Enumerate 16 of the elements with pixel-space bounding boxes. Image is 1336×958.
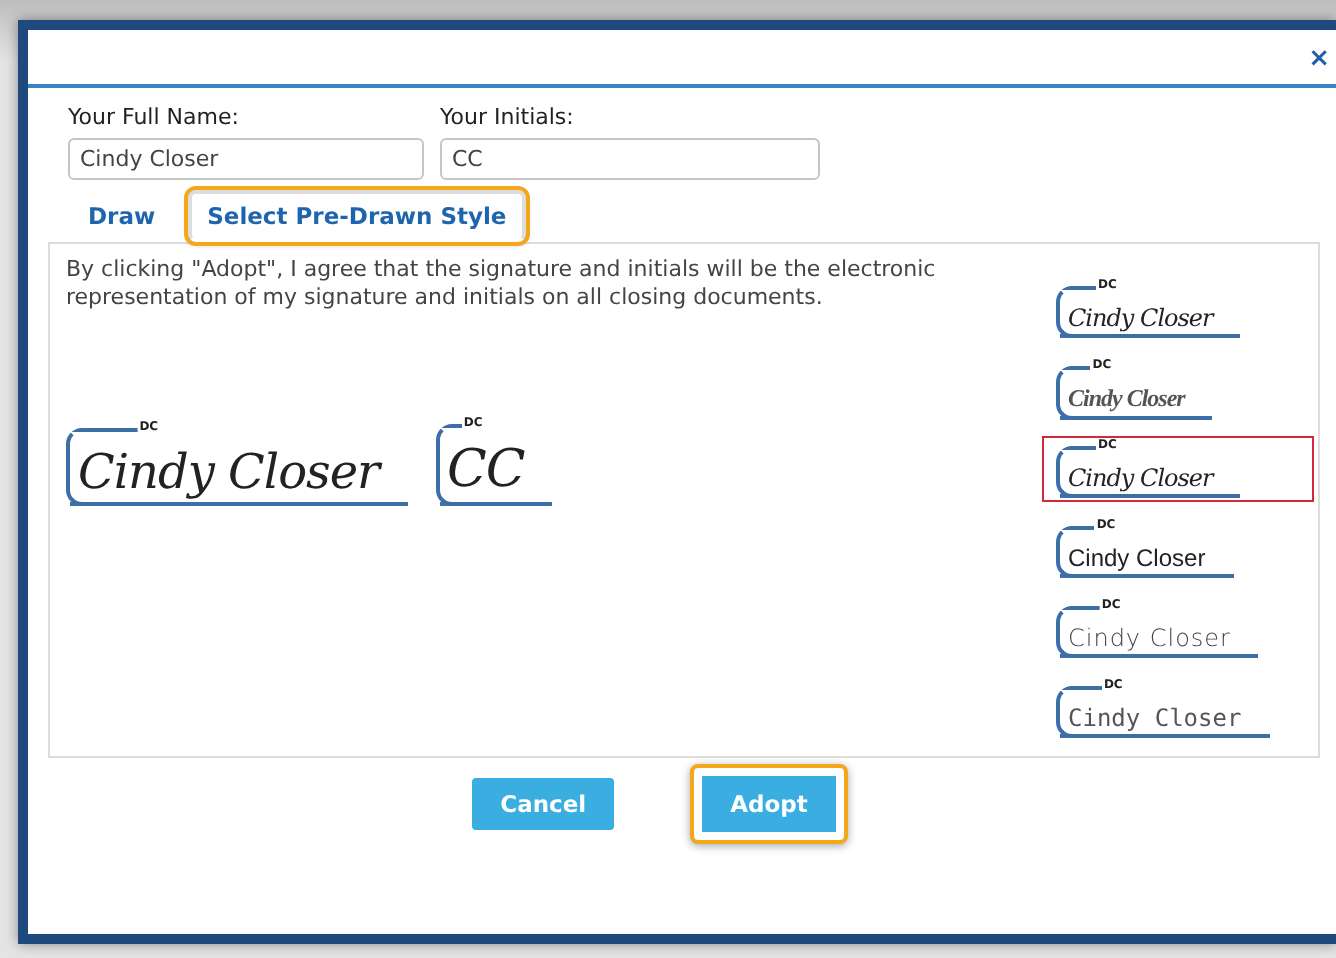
close-button[interactable]: × [1306,44,1332,74]
signature-text: Cindy Closer [1068,384,1185,412]
input-field[interactable]: CC [440,138,820,180]
signature-text: Cindy Closer [1068,704,1242,732]
tab[interactable]: Select Pre-Drawn Style [187,190,527,242]
signature-text: Cindy Closer [1068,304,1213,332]
signature-text: Cindy Closer [1068,464,1213,492]
input-field[interactable]: Cindy Closer [68,138,424,180]
field-label: Your Initials: [440,104,576,130]
signature-text: Cindy Closer [1068,624,1231,652]
tab[interactable]: Draw [68,190,176,242]
signature-text: Cindy Closer [78,444,380,500]
field-label: Your Full Name: [68,104,241,130]
consent-text: By clicking "Adopt", I agree that the signature and initials will be the electronic representation of my signature and initials on all closing documents. [66,256,938,312]
signature-text: Cindy Closer [1068,544,1206,572]
signature-text: CC [447,440,525,500]
